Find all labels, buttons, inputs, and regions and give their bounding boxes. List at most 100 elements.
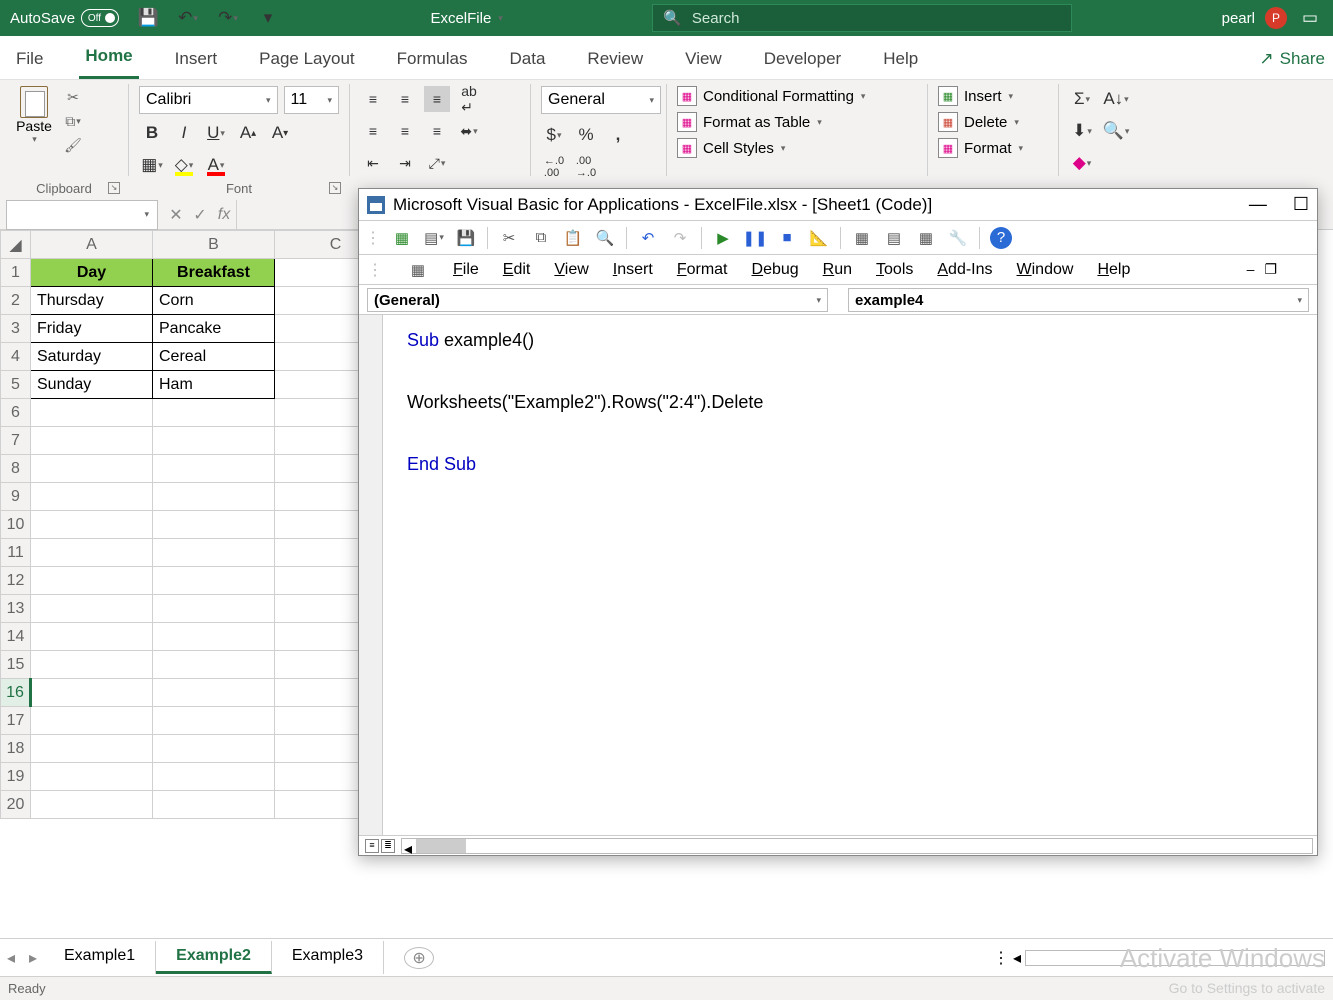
- sheet-tab-example2[interactable]: Example2: [156, 941, 272, 974]
- help-icon[interactable]: ?: [990, 227, 1012, 249]
- cell[interactable]: [153, 595, 275, 623]
- underline-button[interactable]: U▾: [203, 120, 229, 146]
- paste-icon[interactable]: 📋: [562, 227, 584, 249]
- save-icon[interactable]: 💾: [455, 227, 477, 249]
- sheet-nav-next[interactable]: ▸: [22, 948, 44, 968]
- enter-icon[interactable]: ✓: [188, 205, 212, 225]
- sheet-nav-prev[interactable]: ◂: [0, 948, 22, 968]
- cell[interactable]: Thursday: [31, 287, 153, 315]
- cell[interactable]: Friday: [31, 315, 153, 343]
- redo-icon[interactable]: ↷▾: [215, 5, 241, 31]
- cell[interactable]: Cereal: [153, 343, 275, 371]
- tab-insert[interactable]: Insert: [169, 41, 224, 79]
- tab-data[interactable]: Data: [504, 41, 552, 79]
- mdi-restore-button[interactable]: ❐: [1264, 261, 1277, 278]
- vbe-menu-insert[interactable]: Insert: [613, 261, 653, 279]
- vbe-menu-help[interactable]: Help: [1097, 261, 1130, 279]
- percent-format-icon[interactable]: %: [573, 122, 599, 148]
- cell[interactable]: Saturday: [31, 343, 153, 371]
- vbe-menu-file[interactable]: File: [453, 261, 479, 279]
- decrease-indent-icon[interactable]: ⇤: [360, 150, 386, 176]
- tab-page-layout[interactable]: Page Layout: [253, 41, 360, 79]
- full-module-view-icon[interactable]: ≡: [365, 839, 379, 853]
- autosum-icon[interactable]: Σ▾: [1069, 86, 1095, 112]
- cell[interactable]: [31, 791, 153, 819]
- conditional-formatting-button[interactable]: ▦ Conditional Formatting▾: [677, 86, 917, 106]
- align-left-icon[interactable]: ≡: [360, 118, 386, 144]
- insert-module-icon[interactable]: ▤▾: [423, 227, 445, 249]
- row-header[interactable]: 18: [1, 735, 31, 763]
- cell[interactable]: [153, 791, 275, 819]
- increase-decimal-icon[interactable]: ←.0.00: [541, 154, 567, 180]
- properties-icon[interactable]: ▤: [883, 227, 905, 249]
- cell[interactable]: [31, 455, 153, 483]
- add-sheet-button[interactable]: ⊕: [404, 947, 434, 969]
- vbe-menu-debug[interactable]: Debug: [752, 261, 799, 279]
- clear-icon[interactable]: ◆▾: [1069, 150, 1095, 176]
- merge-center-icon[interactable]: ⬌▾: [456, 118, 482, 144]
- share-button[interactable]: ↗ Share: [1251, 41, 1333, 79]
- workbook-name[interactable]: ExcelFile▾: [430, 10, 502, 27]
- break-icon[interactable]: ❚❚: [744, 227, 766, 249]
- undo-icon[interactable]: ↶: [637, 227, 659, 249]
- cell[interactable]: Pancake: [153, 315, 275, 343]
- run-icon[interactable]: ▶: [712, 227, 734, 249]
- bold-button[interactable]: B: [139, 120, 165, 146]
- align-top-icon[interactable]: ≡: [360, 86, 386, 112]
- copy-icon[interactable]: ⧉▾: [62, 110, 84, 132]
- cell[interactable]: [31, 651, 153, 679]
- undo-icon[interactable]: ↶▾: [175, 5, 201, 31]
- sheet-tab-example3[interactable]: Example3: [272, 941, 384, 974]
- row-header[interactable]: 20: [1, 791, 31, 819]
- column-header[interactable]: A: [31, 231, 153, 259]
- row-header[interactable]: 17: [1, 707, 31, 735]
- row-header[interactable]: 5: [1, 371, 31, 399]
- code-horizontal-scrollbar[interactable]: ◂: [401, 838, 1313, 854]
- cell[interactable]: [31, 595, 153, 623]
- accounting-format-icon[interactable]: $▾: [541, 122, 567, 148]
- row-header[interactable]: 12: [1, 567, 31, 595]
- name-box[interactable]: ▾: [6, 200, 158, 230]
- decrease-font-icon[interactable]: A▾: [267, 120, 293, 146]
- reset-icon[interactable]: ■: [776, 227, 798, 249]
- column-header[interactable]: B: [153, 231, 275, 259]
- cell[interactable]: [31, 567, 153, 595]
- find-select-icon[interactable]: 🔍▾: [1103, 118, 1129, 144]
- code-editor[interactable]: Sub example4() Worksheets("Example2").Ro…: [383, 315, 1317, 835]
- paste-button[interactable]: Paste ▾: [10, 86, 58, 156]
- ribbon-display-icon[interactable]: ▭: [1297, 5, 1323, 31]
- cut-icon[interactable]: ✂: [498, 227, 520, 249]
- row-header[interactable]: 2: [1, 287, 31, 315]
- align-bottom-icon[interactable]: ≡: [424, 86, 450, 112]
- cell-styles-button[interactable]: ▦ Cell Styles▾: [677, 138, 917, 158]
- cancel-icon[interactable]: ✕: [164, 205, 188, 225]
- scroll-left-icon[interactable]: ◂: [1013, 948, 1021, 968]
- cell[interactable]: [153, 763, 275, 791]
- align-center-icon[interactable]: ≡: [392, 118, 418, 144]
- cell[interactable]: [153, 483, 275, 511]
- cell[interactable]: [153, 567, 275, 595]
- procedure-dropdown[interactable]: example4▾: [848, 288, 1309, 312]
- row-header[interactable]: 6: [1, 399, 31, 427]
- cell[interactable]: [31, 511, 153, 539]
- increase-font-icon[interactable]: A▴: [235, 120, 261, 146]
- row-header[interactable]: 7: [1, 427, 31, 455]
- view-excel-icon[interactable]: ▦: [391, 227, 413, 249]
- object-browser-icon[interactable]: ▦: [915, 227, 937, 249]
- vbe-title-bar[interactable]: Microsoft Visual Basic for Applications …: [359, 189, 1317, 221]
- font-color-button[interactable]: A▾: [203, 152, 229, 178]
- cell[interactable]: [31, 763, 153, 791]
- cell[interactable]: [31, 539, 153, 567]
- row-header[interactable]: 15: [1, 651, 31, 679]
- cell[interactable]: [153, 623, 275, 651]
- cell[interactable]: [153, 539, 275, 567]
- cell[interactable]: Ham: [153, 371, 275, 399]
- cell[interactable]: Day: [31, 259, 153, 287]
- cell[interactable]: [153, 511, 275, 539]
- procedure-view-icon[interactable]: ≣: [381, 839, 395, 853]
- cell[interactable]: [153, 427, 275, 455]
- row-header[interactable]: 10: [1, 511, 31, 539]
- find-icon[interactable]: 🔍: [594, 227, 616, 249]
- font-dialog-launcher[interactable]: ↘: [329, 182, 341, 194]
- row-header[interactable]: 19: [1, 763, 31, 791]
